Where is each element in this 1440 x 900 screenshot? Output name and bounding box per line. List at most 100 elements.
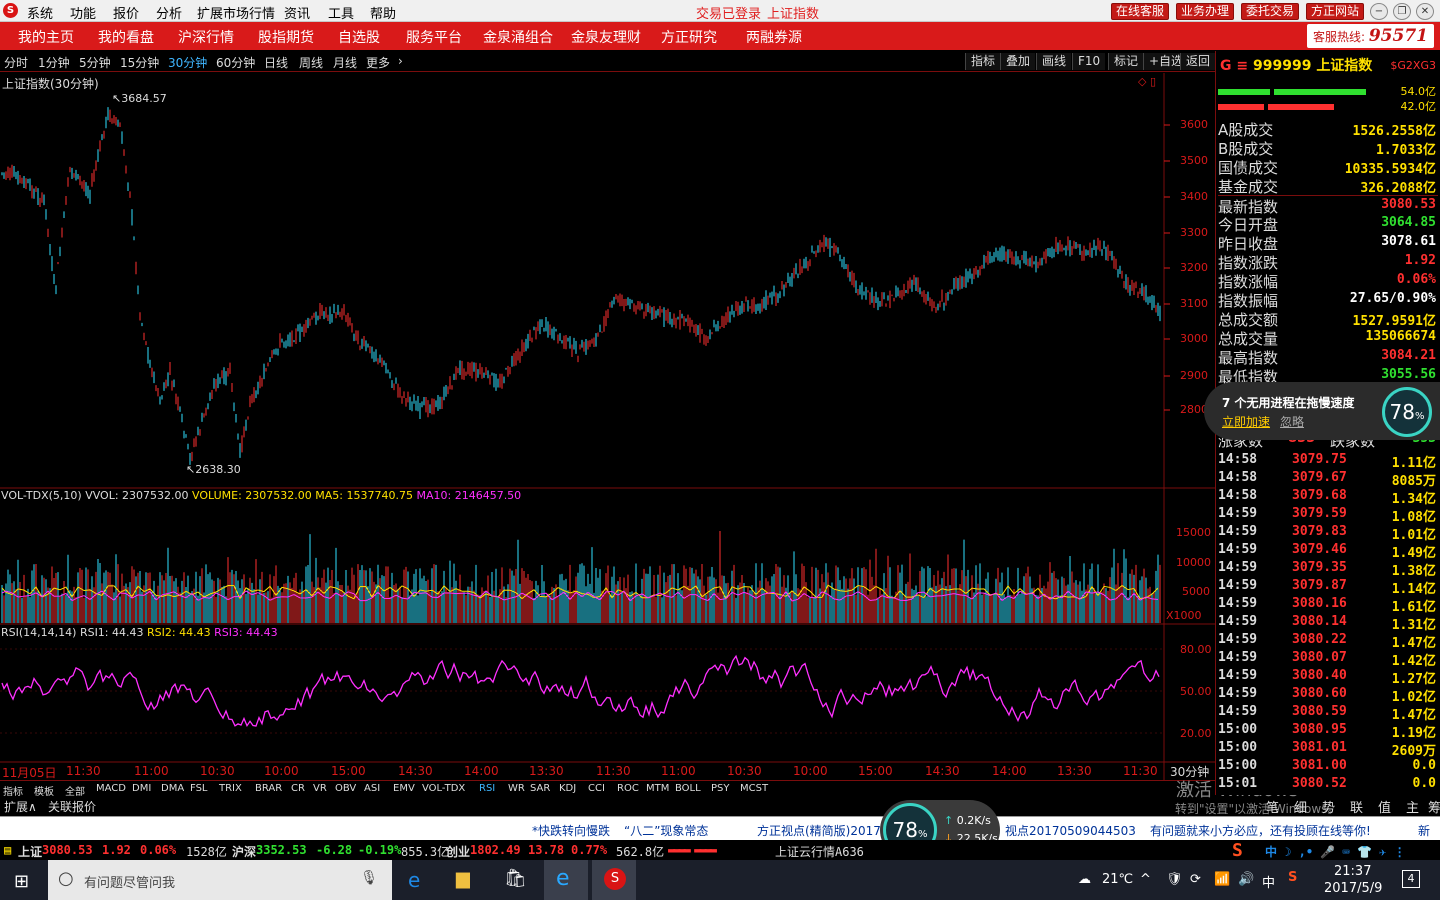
menu-system[interactable]: 系统	[27, 3, 53, 22]
menu-ext-market[interactable]: 扩展市场行情	[197, 3, 275, 22]
indicator-tab[interactable]: WR	[508, 783, 525, 794]
indicator-tab[interactable]: BRAR	[255, 783, 282, 794]
nav-market[interactable]: 沪深行情	[178, 27, 234, 47]
clock-time[interactable]: 21:37	[1334, 864, 1371, 879]
tick-row[interactable]: 14:59 3079.35 1.38亿	[1218, 560, 1438, 579]
business-button[interactable]: 业务办理	[1176, 3, 1235, 20]
chart-settings-icon[interactable]: ◇ ▯	[1138, 75, 1156, 88]
chart-area[interactable]: 上证指数(30分钟) ◇ ▯ ↖3684.57 ↖2638.30 3600 35…	[0, 73, 1215, 793]
tick-row[interactable]: 15:00 3081.01 2609万	[1218, 740, 1438, 759]
popup-action-link[interactable]: 立即加速	[1222, 413, 1270, 430]
indicator-tab[interactable]: EMV	[393, 783, 415, 794]
online-service-button[interactable]: 在线客服	[1111, 3, 1170, 20]
indicator-tab[interactable]: KDJ	[559, 783, 576, 794]
indicator-tab[interactable]: DMA	[161, 783, 184, 794]
tick-row[interactable]: 14:59 3079.46 1.49亿	[1218, 542, 1438, 561]
taskbar-search[interactable]: ○ 有问题尽管问我 🎙	[48, 860, 392, 900]
website-button[interactable]: 方正网站	[1306, 3, 1365, 20]
period-tab[interactable]: 5分钟	[79, 54, 111, 71]
network-icon[interactable]: 📶	[1214, 872, 1230, 887]
nav-portfolio[interactable]: 金泉涌组合	[483, 27, 553, 47]
ie-icon[interactable]: e	[544, 860, 588, 900]
menu-function[interactable]: 功能	[70, 3, 96, 22]
entrust-trade-button[interactable]: 委托交易	[1241, 3, 1300, 20]
period-tab[interactable]: 15分钟	[120, 54, 159, 71]
weather-icon[interactable]: ☁	[1078, 872, 1091, 887]
period-tab[interactable]: 1分钟	[38, 54, 70, 71]
ime-indicator[interactable]: 中	[1262, 872, 1275, 891]
indicator-tab[interactable]: PSY	[711, 783, 730, 794]
tool-overlay-button[interactable]: 叠加	[1000, 53, 1036, 70]
ext-toggle[interactable]: 扩展∧	[4, 798, 37, 815]
tick-row[interactable]: 14:59 3080.07 1.42亿	[1218, 650, 1438, 669]
minimize-icon[interactable]: −	[1370, 3, 1388, 20]
indicator-tab[interactable]: MACD	[96, 783, 126, 794]
kline-chart[interactable]	[0, 73, 1215, 780]
menu-help[interactable]: 帮助	[370, 3, 396, 22]
tick-row[interactable]: 14:59 3079.87 1.14亿	[1218, 578, 1438, 597]
tick-row[interactable]: 14:59 3079.59 1.08亿	[1218, 506, 1438, 525]
sogou-icon[interactable]: S	[1232, 840, 1243, 861]
news-item[interactable]: 视点20170509044503	[1005, 822, 1136, 839]
tick-row[interactable]: 14:59 3080.22 1.47亿	[1218, 632, 1438, 651]
indicator-tab[interactable]: ROC	[617, 783, 639, 794]
tick-row[interactable]: 14:58 3079.75 1.11亿	[1218, 452, 1438, 471]
indicator-tab[interactable]: CR	[291, 783, 305, 794]
tool-mark-button[interactable]: 标记	[1108, 53, 1144, 70]
volume-icon[interactable]: 🔊	[1238, 872, 1254, 887]
chevron-up-icon[interactable]: ^	[1140, 872, 1151, 887]
tick-row[interactable]: 14:59 3080.14 1.31亿	[1218, 614, 1438, 633]
nav-watchlist[interactable]: 自选股	[338, 27, 380, 47]
founder-app-icon[interactable]: S	[592, 860, 636, 900]
indicator-tab[interactable]: RSI	[479, 783, 495, 794]
security-icon[interactable]: 🛡	[1166, 872, 1183, 887]
sogou-tray-icon[interactable]: S	[1288, 870, 1297, 885]
panel-tab[interactable]: 值	[1378, 797, 1391, 816]
indicator-tab[interactable]: DMI	[132, 783, 151, 794]
menu-news[interactable]: 资讯	[284, 3, 310, 22]
nav-home[interactable]: 我的主页	[18, 27, 74, 47]
related-quote[interactable]: 关联报价	[48, 798, 96, 815]
indicator-tab[interactable]: MTM	[646, 783, 669, 794]
tick-row[interactable]: 15:00 3080.95 1.19亿	[1218, 722, 1438, 741]
panel-tab[interactable]: 筹	[1428, 797, 1440, 816]
indicator-tab[interactable]: FSL	[190, 783, 208, 794]
nav-my-board[interactable]: 我的看盘	[98, 27, 154, 47]
period-more[interactable]: 更多	[366, 54, 390, 71]
nav-service[interactable]: 服务平台	[406, 27, 462, 47]
indicator-tab[interactable]: MCST	[740, 783, 768, 794]
store-icon[interactable]: 🛍	[504, 868, 527, 889]
panel-tab[interactable]: 笔	[1266, 797, 1279, 816]
panel-tab[interactable]: 细	[1294, 797, 1307, 816]
notification-icon[interactable]: 4	[1402, 870, 1420, 888]
indicator-tab[interactable]: CCI	[588, 783, 605, 794]
nav-margin[interactable]: 两融券源	[746, 27, 802, 47]
file-explorer-icon[interactable]: ▆	[456, 868, 470, 889]
tool-back-button[interactable]: 返回	[1180, 53, 1215, 70]
clock-date[interactable]: 2017/5/9	[1324, 881, 1382, 896]
sync-icon[interactable]: ⟳	[1190, 872, 1201, 887]
period-tab-active[interactable]: 30分钟	[168, 54, 207, 71]
indicator-tab[interactable]: ASI	[364, 783, 380, 794]
tool-draw-button[interactable]: 画线	[1036, 53, 1072, 70]
indicator-tab[interactable]: BOLL	[675, 783, 701, 794]
nav-wealth[interactable]: 金泉友理财	[571, 27, 641, 47]
menu-quote[interactable]: 报价	[113, 3, 139, 22]
ime-toolbar-icon[interactable]: 中 ☽ ,• 🎤 ⌨ 👕 ✈ ⋮	[1265, 843, 1406, 860]
menu-tools[interactable]: 工具	[328, 3, 354, 22]
period-tab[interactable]: 60分钟	[216, 54, 255, 71]
tick-row[interactable]: 14:58 3079.68 1.34亿	[1218, 488, 1438, 507]
nav-research[interactable]: 方正研究	[661, 27, 717, 47]
tick-row[interactable]: 14:58 3079.67 8085万	[1218, 470, 1438, 489]
period-tab[interactable]: 日线	[264, 54, 288, 71]
tool-indicator-button[interactable]: 指标	[965, 53, 1001, 70]
chevron-right-icon[interactable]: ›	[398, 54, 403, 68]
menu-analysis[interactable]: 分析	[156, 3, 182, 22]
windows-start-icon[interactable]: ⊞	[14, 871, 29, 892]
tick-row[interactable]: 14:59 3080.40 1.27亿	[1218, 668, 1438, 687]
tick-row[interactable]: 15:01 3080.52 0.0	[1218, 776, 1438, 794]
speed-gauge-icon[interactable]: 78%	[1382, 387, 1432, 437]
tick-row[interactable]: 15:00 3081.00 0.0	[1218, 758, 1438, 776]
panel-tab[interactable]: 势	[1322, 797, 1335, 816]
tick-row[interactable]: 14:59 3080.16 1.61亿	[1218, 596, 1438, 615]
